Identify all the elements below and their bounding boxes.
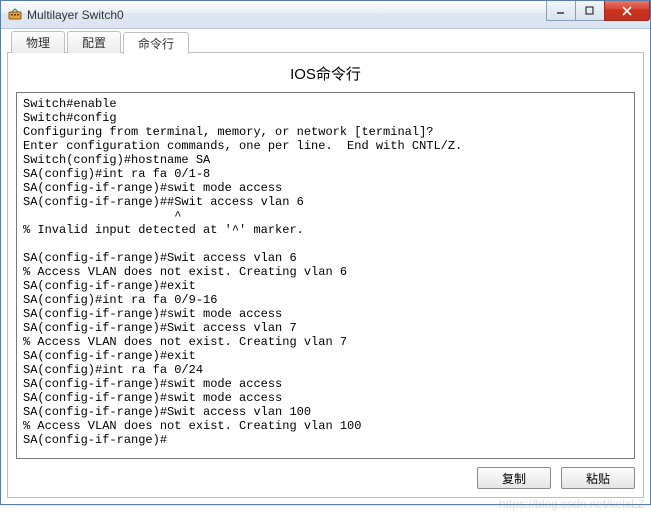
window-title: Multilayer Switch0 bbox=[27, 8, 124, 22]
tab-bar: 物理 配置 命令行 bbox=[7, 31, 644, 53]
copy-button[interactable]: 复制 bbox=[477, 467, 551, 489]
button-row: 复制 粘贴 bbox=[16, 459, 635, 489]
minimize-button[interactable] bbox=[546, 1, 576, 21]
titlebar[interactable]: Multilayer Switch0 bbox=[1, 1, 650, 29]
maximize-button[interactable] bbox=[575, 1, 605, 21]
tab-cli[interactable]: 命令行 bbox=[123, 32, 189, 54]
close-button[interactable] bbox=[604, 1, 650, 21]
panel-title: IOS命令行 bbox=[16, 57, 635, 92]
app-window: Multilayer Switch0 物理 配置 命令行 IOS命令行 Swit… bbox=[0, 0, 651, 505]
window-body: 物理 配置 命令行 IOS命令行 Switch#enable Switch#co… bbox=[1, 29, 650, 504]
tab-physical[interactable]: 物理 bbox=[11, 31, 65, 53]
cli-panel: IOS命令行 Switch#enable Switch#config Confi… bbox=[7, 53, 644, 498]
paste-button[interactable]: 粘贴 bbox=[561, 467, 635, 489]
app-icon bbox=[7, 7, 23, 23]
terminal-output[interactable]: Switch#enable Switch#config Configuring … bbox=[16, 92, 635, 459]
window-controls bbox=[547, 1, 650, 21]
tab-config[interactable]: 配置 bbox=[67, 31, 121, 53]
